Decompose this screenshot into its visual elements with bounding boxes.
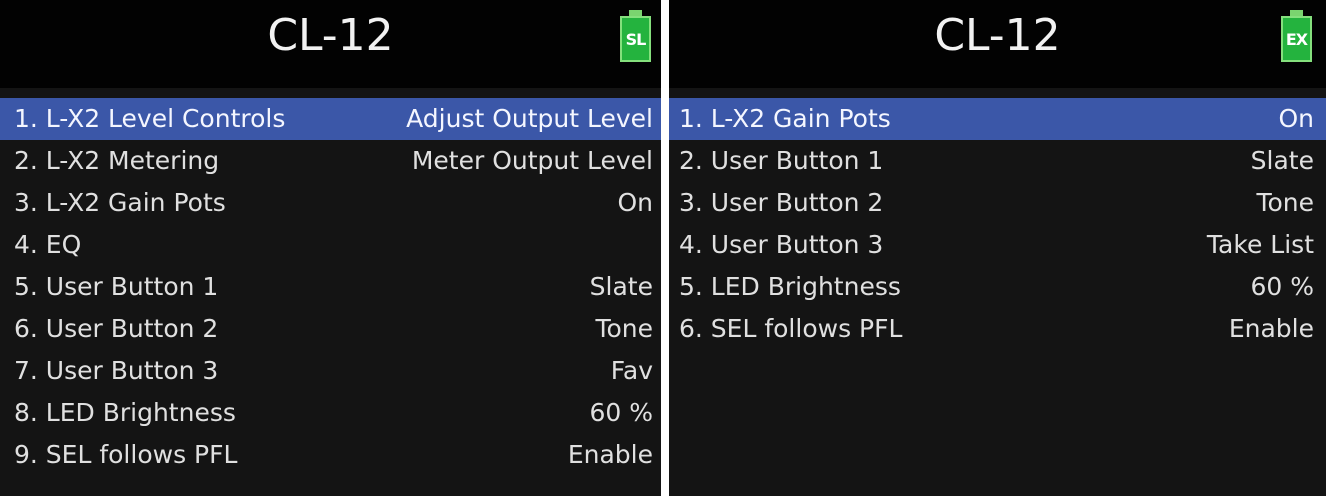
- menu-item-label: 6. SEL follows PFL: [679, 314, 903, 343]
- menu-item-label: 6. User Button 2: [14, 314, 219, 343]
- menu-item-led-brightness[interactable]: 8. LED Brightness 60 %: [0, 392, 661, 434]
- menu-item-value: Tone: [1256, 188, 1314, 217]
- menu-item-sel-follows-pfl[interactable]: 6. SEL follows PFL Enable: [669, 308, 1326, 350]
- battery-body: EX: [1281, 16, 1312, 62]
- menu-item-label: 4. EQ: [14, 230, 82, 259]
- menu-item-value: On: [1278, 104, 1314, 133]
- menu-item-label: 3. L-X2 Gain Pots: [14, 188, 226, 217]
- menu-item-user-button-1[interactable]: 5. User Button 1 Slate: [0, 266, 661, 308]
- device-screen-right: CL-12 EX 1. L-X2 Gain Pots On 2. User Bu…: [669, 0, 1326, 496]
- menu-item-value: Slate: [1250, 146, 1314, 175]
- title-bar: CL-12 EX: [669, 0, 1326, 88]
- menu-item-eq[interactable]: 4. EQ: [0, 224, 661, 266]
- menu-item-label: 9. SEL follows PFL: [14, 440, 238, 469]
- menu-list: 1. L-X2 Level Controls Adjust Output Lev…: [0, 98, 661, 476]
- menu-item-gain-pots[interactable]: 1. L-X2 Gain Pots On: [669, 98, 1326, 140]
- menu-item-sel-follows-pfl[interactable]: 9. SEL follows PFL Enable: [0, 434, 661, 476]
- menu-item-label: 2. User Button 1: [679, 146, 884, 175]
- battery-label: SL: [625, 29, 647, 49]
- battery-body: SL: [620, 16, 651, 62]
- menu-item-user-button-1[interactable]: 2. User Button 1 Slate: [669, 140, 1326, 182]
- menu-item-value: 60 %: [1250, 272, 1314, 301]
- menu-item-value: Tone: [595, 314, 653, 343]
- device-screen-left: CL-12 SL 1. L-X2 Level Controls Adjust O…: [0, 0, 661, 496]
- menu-item-value: 60 %: [589, 398, 653, 427]
- menu-item-label: 7. User Button 3: [14, 356, 219, 385]
- menu-item-label: 4. User Button 3: [679, 230, 884, 259]
- menu-item-user-button-2[interactable]: 3. User Button 2 Tone: [669, 182, 1326, 224]
- menu-item-value: On: [617, 188, 653, 217]
- menu-item-value: Enable: [1228, 314, 1314, 343]
- menu-item-value: Fav: [610, 356, 653, 385]
- menu-item-value: Meter Output Level: [411, 146, 653, 175]
- menu-item-gain-pots[interactable]: 3. L-X2 Gain Pots On: [0, 182, 661, 224]
- screen-title: CL-12: [267, 10, 394, 61]
- battery-label: EX: [1285, 29, 1308, 49]
- menu-item-label: 5. LED Brightness: [679, 272, 901, 301]
- menu-item-value: Take List: [1206, 230, 1314, 259]
- title-bar: CL-12 SL: [0, 0, 661, 88]
- menu-item-value: Adjust Output Level: [406, 104, 653, 133]
- menu-item-level-controls[interactable]: 1. L-X2 Level Controls Adjust Output Lev…: [0, 98, 661, 140]
- menu-item-user-button-3[interactable]: 7. User Button 3 Fav: [0, 350, 661, 392]
- menu-item-label: 1. L-X2 Level Controls: [14, 104, 286, 133]
- menu-item-label: 1. L-X2 Gain Pots: [679, 104, 891, 133]
- menu-item-label: 3. User Button 2: [679, 188, 884, 217]
- menu-item-label: 2. L-X2 Metering: [14, 146, 220, 175]
- menu-item-value: Enable: [567, 440, 653, 469]
- menu-item-led-brightness[interactable]: 5. LED Brightness 60 %: [669, 266, 1326, 308]
- menu-item-user-button-2[interactable]: 6. User Button 2 Tone: [0, 308, 661, 350]
- menu-list: 1. L-X2 Gain Pots On 2. User Button 1 Sl…: [669, 98, 1326, 350]
- battery-icon: SL: [620, 10, 651, 62]
- menu-item-user-button-3[interactable]: 4. User Button 3 Take List: [669, 224, 1326, 266]
- menu-item-label: 5. User Button 1: [14, 272, 219, 301]
- screen-title: CL-12: [934, 10, 1061, 61]
- battery-icon: EX: [1281, 10, 1312, 62]
- menu-item-label: 8. LED Brightness: [14, 398, 236, 427]
- menu-item-value: Slate: [589, 272, 653, 301]
- menu-item-metering[interactable]: 2. L-X2 Metering Meter Output Level: [0, 140, 661, 182]
